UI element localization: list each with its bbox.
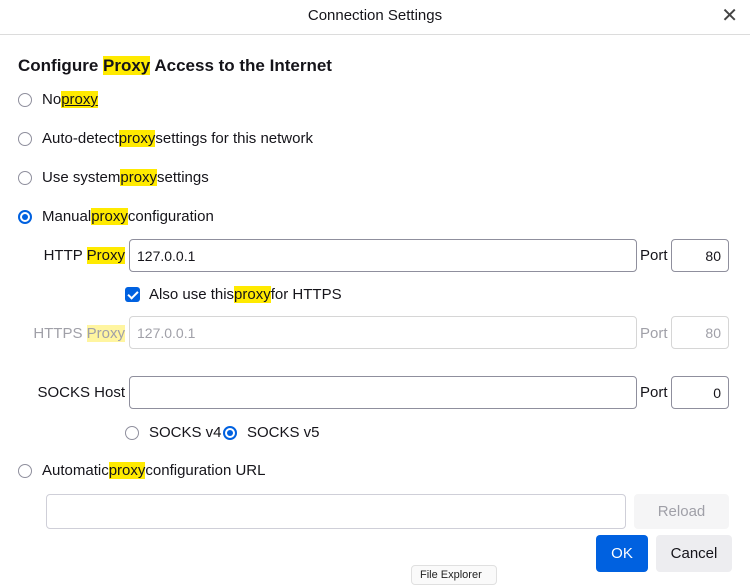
radio-socks-v4[interactable]: SOCKS v4 bbox=[125, 424, 222, 441]
cancel-button[interactable]: Cancel bbox=[656, 535, 732, 572]
radio-icon[interactable] bbox=[18, 131, 32, 146]
radio-selected-icon[interactable] bbox=[18, 209, 32, 224]
radio-icon[interactable] bbox=[18, 92, 32, 107]
socks-host-input[interactable] bbox=[129, 376, 637, 409]
close-icon[interactable]: ✕ bbox=[721, 4, 738, 28]
checkbox-checked-icon[interactable] bbox=[125, 287, 140, 302]
http-port-input[interactable]: 80 bbox=[671, 239, 729, 272]
radio-icon[interactable] bbox=[18, 463, 32, 478]
section-heading: Configure Proxy Access to the Internet bbox=[18, 56, 332, 75]
https-port-input[interactable]: 80 bbox=[671, 316, 729, 349]
socks-host-label: SOCKS Host bbox=[37, 384, 125, 401]
ok-button[interactable]: OK bbox=[596, 535, 648, 572]
radio-socks-v5[interactable]: SOCKS v5 bbox=[223, 424, 320, 441]
https-proxy-input[interactable]: 127.0.0.1 bbox=[129, 316, 637, 349]
auto-config-url-input[interactable] bbox=[46, 494, 626, 529]
reload-button[interactable]: Reload bbox=[634, 494, 729, 529]
also-use-https-checkbox[interactable]: Also use this proxy for HTTPS bbox=[125, 286, 342, 303]
https-proxy-label: HTTPS Proxy bbox=[33, 325, 125, 342]
radio-icon[interactable] bbox=[18, 170, 32, 185]
http-proxy-label: HTTP Proxy bbox=[43, 247, 125, 264]
radio-system-proxy[interactable]: Use system proxy settings bbox=[18, 169, 209, 186]
radio-selected-icon[interactable] bbox=[223, 425, 237, 440]
http-port-label: Port bbox=[640, 247, 668, 264]
socks-port-label: Port bbox=[640, 384, 668, 401]
radio-auto-detect[interactable]: Auto-detect proxy settings for this netw… bbox=[18, 130, 313, 147]
radio-manual-proxy[interactable]: Manual proxy configuration bbox=[18, 208, 214, 225]
radio-icon[interactable] bbox=[125, 425, 139, 440]
http-proxy-input[interactable]: 127.0.0.1 bbox=[129, 239, 637, 272]
title-bar: Connection Settings ✕ bbox=[0, 0, 750, 35]
radio-auto-config-url[interactable]: Automatic proxy configuration URL bbox=[18, 462, 265, 479]
dialog-title: Connection Settings bbox=[307, 7, 443, 24]
https-port-label: Port bbox=[640, 325, 668, 342]
tooltip: File Explorer bbox=[411, 565, 497, 585]
socks-port-input[interactable]: 0 bbox=[671, 376, 729, 409]
radio-no-proxy[interactable]: No proxy bbox=[18, 91, 98, 108]
